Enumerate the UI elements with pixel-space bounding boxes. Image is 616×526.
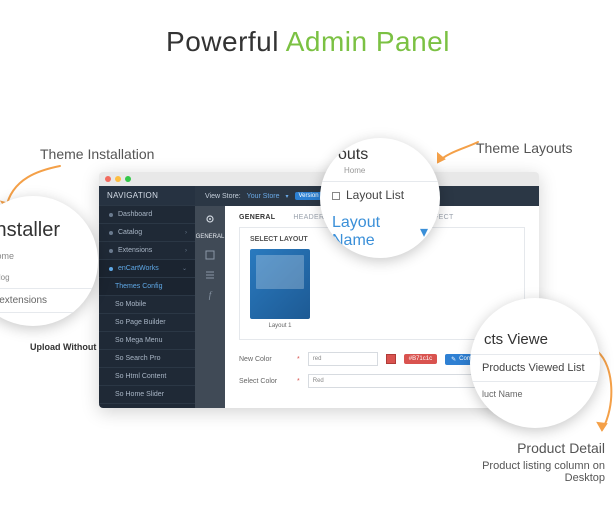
- zoom-dot[interactable]: [125, 176, 131, 182]
- sidebar-item-so-mega-menu[interactable]: So Mega Menu: [99, 331, 195, 349]
- mag-detail-name-row: luct Name: [470, 381, 600, 406]
- mag-install-row-extensions: our extensions: [0, 289, 98, 313]
- sidebar-item-so-home-slider[interactable]: So Home Slider: [99, 385, 195, 403]
- mag-layout-list-row: Layout List: [320, 181, 440, 208]
- chevron-right-icon: ›: [185, 230, 187, 236]
- sidebar-item-label: Extensions: [118, 247, 152, 254]
- window-titlebar: [99, 172, 539, 186]
- color-swatch[interactable]: [386, 354, 396, 364]
- facebook-icon[interactable]: f: [205, 290, 215, 300]
- list-icon[interactable]: [205, 270, 215, 280]
- sidebar-item-label: So Page Builder: [115, 319, 166, 326]
- gear-icon[interactable]: [205, 214, 215, 224]
- dashboard-icon: [109, 213, 113, 217]
- chevron-right-icon: ›: [185, 248, 187, 254]
- tab-general[interactable]: GENERAL: [239, 214, 275, 221]
- sidebar-item-label: So Home Slider: [115, 391, 164, 398]
- sidebar-item-label: So Mega Menu: [115, 337, 162, 344]
- mag-layout-sub: Home: [320, 166, 440, 181]
- new-color-label: New Color: [239, 356, 289, 363]
- label-detail-title: Product Detail: [465, 440, 605, 456]
- layout-icon[interactable]: [205, 250, 215, 260]
- title-prefix: Powerful: [166, 26, 286, 57]
- sidebar-item-label: So Mobile: [115, 301, 146, 308]
- label-product-detail: Product Detail Product listing column on…: [465, 440, 605, 484]
- new-color-input[interactable]: red: [308, 352, 378, 366]
- checkbox-icon[interactable]: [332, 192, 340, 200]
- tab-header[interactable]: HEADER: [293, 214, 324, 221]
- sidebar: NAVIGATION Dashboard Catalog › Extensions…: [99, 186, 195, 408]
- tag-icon: [109, 231, 113, 235]
- vertical-tab-strip: GENERAL f: [195, 206, 225, 408]
- select-color-dropdown[interactable]: Red ▾: [308, 374, 498, 388]
- chevron-down-icon: ▾: [286, 193, 289, 200]
- layout-thumb-1[interactable]: [250, 249, 310, 319]
- mag-detail-title: cts Viewe: [470, 321, 600, 354]
- mag-detail-list-row: Products Viewed List: [470, 354, 600, 381]
- sidebar-item-label: Catalog: [118, 229, 142, 236]
- hex-badge: #B71c1c: [404, 354, 437, 364]
- select-color-label: Select Color: [239, 378, 289, 385]
- close-dot[interactable]: [105, 176, 111, 182]
- magnifier-product-detail: cts Viewe Products Viewed List luct Name: [470, 298, 600, 428]
- crumb-label: View Store:: [205, 193, 241, 200]
- minimize-dot[interactable]: [115, 176, 121, 182]
- sidebar-item-label: enCartWorks: [118, 265, 159, 272]
- cart-icon: [109, 267, 113, 271]
- sidebar-item-catalog[interactable]: Catalog ›: [99, 223, 195, 241]
- sidebar-item-extensions[interactable]: Extensions ›: [99, 241, 195, 259]
- vstrip-general-label: GENERAL: [196, 234, 225, 240]
- sidebar-item-label: Themes Config: [115, 283, 162, 290]
- select-color-value: Red: [313, 378, 324, 384]
- sidebar-item-so-page-builder[interactable]: So Page Builder: [99, 313, 195, 331]
- puzzle-icon: [109, 249, 113, 253]
- mag-install-row-catalog: Catalog: [0, 267, 98, 289]
- sidebar-item-label: So Search Pro: [115, 355, 161, 362]
- crumb-store[interactable]: Your Store: [247, 193, 280, 200]
- sidebar-item-so-newsletter[interactable]: So Newsletter: [99, 403, 195, 408]
- layout-caption-1: Layout 1: [250, 323, 310, 329]
- sidebar-item-encartworks[interactable]: enCartWorks ⌄: [99, 259, 195, 277]
- sidebar-header: NAVIGATION: [99, 186, 195, 205]
- title-accent: Admin Panel: [286, 26, 450, 57]
- magnifier-installer: Installer Home Catalog our extensions: [0, 196, 98, 326]
- mag-layout-title: outs: [320, 140, 440, 166]
- sidebar-item-themes-config[interactable]: Themes Config: [99, 277, 195, 295]
- label-detail-sub: Product listing column on Desktop: [465, 460, 605, 484]
- sidebar-item-label: So Html Content: [115, 373, 166, 380]
- sidebar-item-so-search-pro[interactable]: So Search Pro: [99, 349, 195, 367]
- required-asterisk: *: [297, 378, 300, 385]
- page-title: Powerful Admin Panel: [0, 26, 616, 58]
- arrow-layouts: [432, 138, 482, 168]
- label-theme-layouts: Theme Layouts: [476, 140, 573, 156]
- layout-name-link: Layout Name: [332, 214, 420, 250]
- pencil-icon: ✎: [451, 356, 456, 363]
- mag-install-title: Installer Home: [0, 209, 98, 267]
- sidebar-item-so-mobile[interactable]: So Mobile: [99, 295, 195, 313]
- chevron-down-icon: ⌄: [182, 265, 187, 272]
- sidebar-item-dashboard[interactable]: Dashboard: [99, 205, 195, 223]
- magnifier-layouts: outs Home Layout List Layout Name ▾: [320, 138, 440, 258]
- sidebar-item-label: Dashboard: [118, 211, 152, 218]
- required-asterisk: *: [297, 356, 300, 363]
- label-theme-installation: Theme Installation: [40, 146, 154, 162]
- sidebar-item-so-html-content[interactable]: So Html Content: [99, 367, 195, 385]
